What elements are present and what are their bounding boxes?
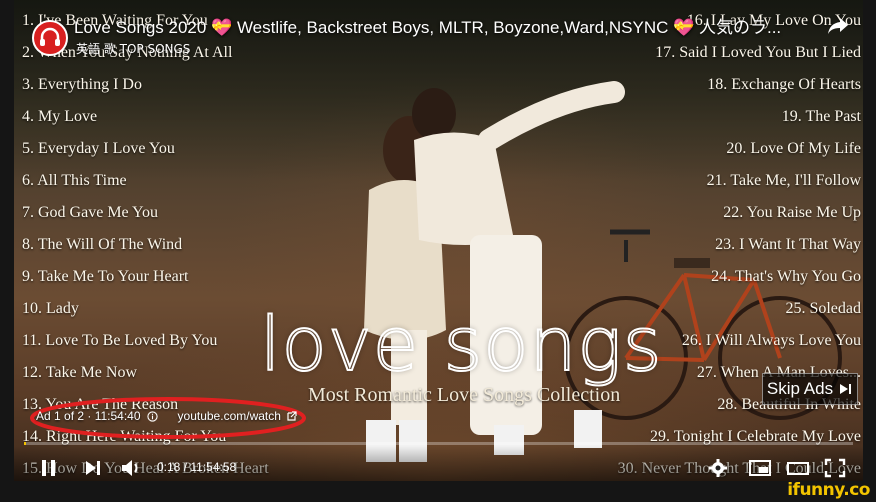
channel-name[interactable]: 英語 歌 TOP SONGS bbox=[76, 40, 190, 57]
tracklist-item: 4. My Love bbox=[22, 108, 98, 125]
tracklist-item: 17. Said I Loved You But I Lied bbox=[655, 44, 861, 61]
skip-icon bbox=[840, 384, 852, 394]
ad-info: Ad 1 of 2 · 11:54:40 youtube.com/watch bbox=[36, 409, 297, 423]
external-link-icon[interactable] bbox=[287, 411, 297, 421]
time-display: 0:18 / 11:54:58 bbox=[157, 460, 237, 474]
tracklist-item: 24. That's Why You Go bbox=[711, 268, 861, 285]
tracklist-item: 18. Exchange Of Hearts bbox=[707, 76, 861, 93]
tracklist-item: 20. Love Of My Life bbox=[726, 140, 861, 157]
tracklist-item: 6. All This Time bbox=[22, 172, 127, 189]
ad-link[interactable]: youtube.com/watch bbox=[178, 409, 281, 423]
video-title[interactable]: Love Songs 2020 💝 Westlife, Backstreet B… bbox=[74, 13, 824, 38]
tracklist-item: 21. Take Me, I'll Follow bbox=[706, 172, 861, 189]
share-icon[interactable] bbox=[826, 16, 850, 36]
tracklist-item: 11. Love To Be Loved By You bbox=[22, 332, 218, 349]
tracklist-item: 7. God Gave Me You bbox=[22, 204, 158, 221]
miniplayer-icon[interactable] bbox=[748, 458, 772, 478]
volume-icon[interactable] bbox=[120, 458, 144, 478]
video-player[interactable]: 1. I've Been Waiting For You 2. When You … bbox=[14, 0, 863, 481]
tracklist-item: 25. Soledad bbox=[785, 300, 861, 317]
progress-bar[interactable] bbox=[24, 442, 853, 445]
tracklist-item: 12. Take Me Now bbox=[22, 364, 138, 381]
tracklist-item: 9. Take Me To Your Heart bbox=[22, 268, 189, 285]
tracklist-item: 23. I Want It That Way bbox=[715, 236, 861, 253]
gear-icon[interactable] bbox=[708, 458, 728, 478]
progress-fill bbox=[24, 442, 27, 445]
channel-avatar[interactable] bbox=[32, 20, 68, 56]
ad-counter: Ad 1 of 2 · 11:54:40 bbox=[36, 409, 141, 423]
love-songs-logo: love songs bbox=[259, 301, 663, 389]
skip-ads-label: Skip Ads bbox=[766, 379, 834, 398]
fullscreen-icon[interactable] bbox=[824, 458, 846, 478]
skip-ads-button[interactable]: Skip Ads bbox=[762, 373, 858, 405]
tracklist-item: 10. Lady bbox=[22, 300, 79, 317]
tracklist-item: 22. You Raise Me Up bbox=[723, 204, 861, 221]
logo-subtitle: Most Romantic Love Songs Collection bbox=[308, 384, 621, 406]
ifunny-watermark: ifunny.co bbox=[787, 480, 870, 500]
next-icon[interactable] bbox=[84, 458, 102, 478]
tracklist-item: 3. Everything I Do bbox=[22, 76, 142, 93]
player-controls: 0:18 / 11:54:58 bbox=[14, 446, 863, 481]
tracklist-item: 19. The Past bbox=[781, 108, 861, 125]
tracklist-item: 26. I Will Always Love You bbox=[681, 332, 861, 349]
theater-icon[interactable] bbox=[786, 458, 810, 478]
play-icon[interactable] bbox=[40, 458, 58, 478]
tracklist-item: 5. Everyday I Love You bbox=[22, 140, 175, 157]
tracklist-item: 8. The Will Of The Wind bbox=[22, 236, 183, 253]
headphones-icon bbox=[40, 27, 60, 46]
info-icon[interactable] bbox=[146, 410, 158, 422]
